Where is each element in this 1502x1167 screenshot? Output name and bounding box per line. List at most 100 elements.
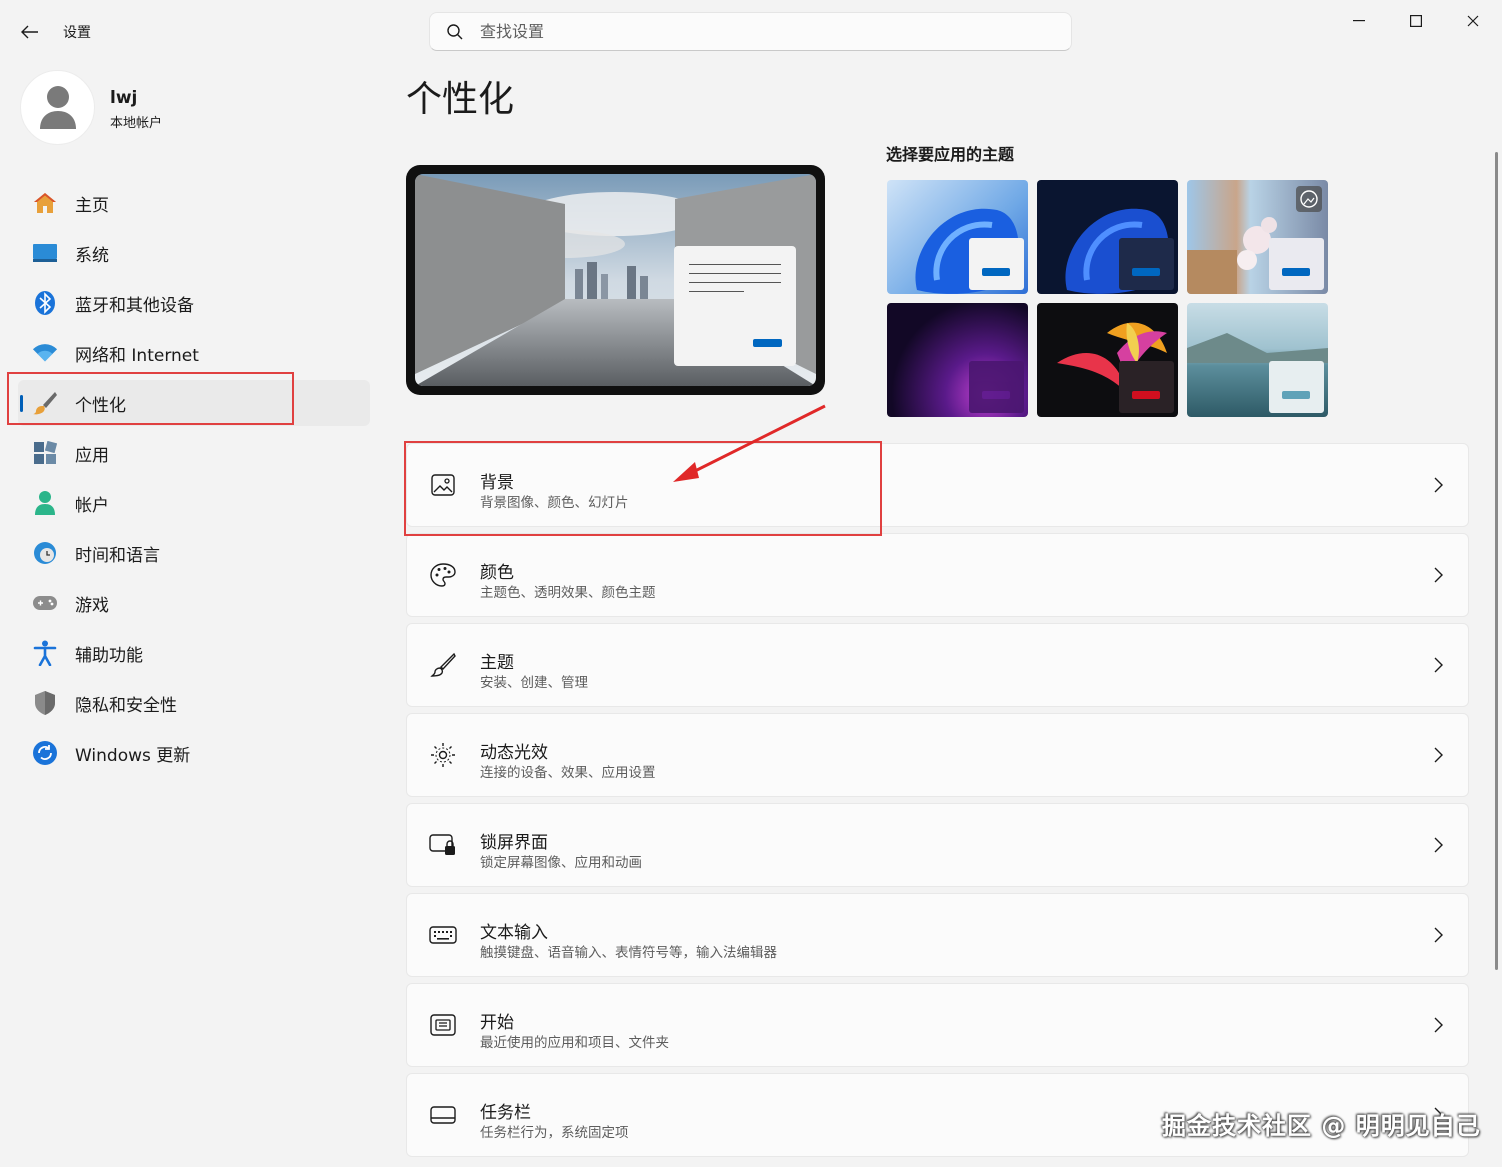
setting-subtitle: 主题色、透明效果、颜色主题 [480, 585, 656, 601]
theme-tile-light-bloom[interactable] [887, 180, 1028, 294]
avatar[interactable] [20, 70, 95, 145]
sidebar-item-network[interactable]: 网络和 Internet [18, 330, 370, 376]
sidebar-item-label: 时间和语言 [75, 545, 160, 566]
home-icon [32, 190, 58, 216]
sidebar-item-windows-update[interactable]: Windows 更新 [18, 730, 370, 776]
search-icon [447, 23, 463, 39]
setting-title: 背景 [480, 473, 514, 493]
account-type: 本地帐户 [110, 116, 163, 131]
sidebar-item-system[interactable]: 系统 [18, 230, 370, 276]
theme-tile-glow[interactable] [887, 303, 1028, 417]
minimize-button[interactable] [1339, 8, 1379, 34]
chevron-right-icon [1430, 1016, 1446, 1034]
setting-themes[interactable]: 主题 安装、创建、管理 [406, 623, 1469, 707]
annotation-box-nav [7, 372, 294, 425]
update-icon [32, 740, 58, 766]
sidebar-item-home[interactable]: 主页 [18, 180, 370, 226]
sidebar-item-label: 系统 [75, 245, 109, 266]
setting-title: 任务栏 [480, 1103, 531, 1123]
themes-heading: 选择要应用的主题 [886, 145, 1015, 164]
theme-tile-spotlight[interactable] [1187, 180, 1328, 294]
sidebar-item-accounts[interactable]: 帐户 [18, 480, 370, 526]
setting-lock-screen[interactable]: 锁屏界面 锁定屏幕图像、应用和动画 [406, 803, 1469, 887]
sidebar-nav: 主页 系统 蓝牙和其他设备 网络和 Internet 个性化 应用 帐户 时间和… [18, 180, 370, 780]
setting-title: 动态光效 [480, 743, 548, 763]
shield-icon [32, 690, 58, 716]
sidebar-item-label: Windows 更新 [75, 745, 191, 766]
scrollbar[interactable] [1495, 152, 1498, 970]
setting-subtitle: 触摸键盘、语音输入、表情符号等，输入法编辑器 [480, 945, 777, 961]
sidebar-item-gaming[interactable]: 游戏 [18, 580, 370, 626]
minimize-icon [1353, 20, 1365, 22]
start-icon [429, 1011, 457, 1039]
setting-subtitle: 任务栏行为，系统固定项 [480, 1125, 629, 1141]
wifi-icon [32, 340, 58, 366]
maximize-icon [1410, 15, 1422, 27]
sidebar-item-label: 蓝牙和其他设备 [75, 295, 194, 316]
theme-tile-flow[interactable] [1187, 303, 1328, 417]
chevron-right-icon [1430, 746, 1446, 764]
back-arrow-icon [21, 25, 38, 39]
setting-title: 主题 [480, 653, 514, 673]
sidebar-item-time-language[interactable]: 时间和语言 [18, 530, 370, 576]
search-input[interactable] [480, 22, 1040, 41]
chevron-right-icon [1430, 566, 1446, 584]
sidebar-item-label: 网络和 Internet [75, 345, 199, 366]
clock-globe-icon [32, 540, 58, 566]
setting-title: 颜色 [480, 563, 514, 583]
gamepad-icon [32, 590, 58, 616]
preview-wallpaper [415, 174, 816, 386]
brush-icon [429, 651, 457, 679]
watermark: 掘金技术社区 @ 明明见自己 [1162, 1112, 1481, 1140]
setting-subtitle: 背景图像、颜色、幻灯片 [480, 495, 629, 511]
user-icon [39, 85, 76, 129]
image-icon [429, 471, 457, 499]
apps-icon [32, 440, 58, 466]
chevron-right-icon [1430, 476, 1446, 494]
setting-dynamic-lighting[interactable]: 动态光效 连接的设备、效果、应用设置 [406, 713, 1469, 797]
chevron-right-icon [1430, 926, 1446, 944]
search-box[interactable] [429, 12, 1072, 51]
sidebar-item-label: 帐户 [75, 495, 109, 516]
theme-preview [406, 165, 825, 395]
theme-tile-captured-motion[interactable] [1037, 303, 1178, 417]
sidebar-item-label: 隐私和安全性 [75, 695, 177, 716]
user-name: lwj [110, 88, 138, 108]
setting-subtitle: 最近使用的应用和项目、文件夹 [480, 1035, 669, 1051]
lock-screen-icon [429, 831, 457, 859]
bluetooth-icon [32, 290, 58, 316]
preview-window [674, 246, 796, 366]
sidebar-item-label: 游戏 [75, 595, 109, 616]
theme-tile-dark-bloom[interactable] [1037, 180, 1178, 294]
spotlight-camera-icon [1296, 186, 1322, 212]
setting-subtitle: 安装、创建、管理 [480, 675, 588, 691]
close-button[interactable] [1453, 8, 1493, 34]
settings-window: 设置 lwj 本地帐户 主页 [0, 0, 1502, 1167]
setting-title: 文本输入 [480, 923, 548, 943]
setting-subtitle: 连接的设备、效果、应用设置 [480, 765, 656, 781]
setting-title: 开始 [480, 1013, 514, 1033]
back-button[interactable] [14, 16, 46, 48]
sidebar-item-label: 主页 [75, 195, 109, 216]
account-icon [32, 490, 58, 516]
taskbar-icon [429, 1101, 457, 1129]
keyboard-icon [429, 921, 457, 949]
setting-start[interactable]: 开始 最近使用的应用和项目、文件夹 [406, 983, 1469, 1067]
page-title: 个性化 [406, 79, 515, 120]
palette-icon [429, 561, 457, 589]
sidebar-item-accessibility[interactable]: 辅助功能 [18, 630, 370, 676]
sidebar-item-label: 应用 [75, 445, 109, 466]
setting-colors[interactable]: 颜色 主题色、透明效果、颜色主题 [406, 533, 1469, 617]
title-bar: 设置 [0, 0, 1502, 60]
sidebar-item-bluetooth[interactable]: 蓝牙和其他设备 [18, 280, 370, 326]
setting-text-input[interactable]: 文本输入 触摸键盘、语音输入、表情符号等，输入法编辑器 [406, 893, 1469, 977]
setting-subtitle: 锁定屏幕图像、应用和动画 [480, 855, 642, 871]
sidebar-item-apps[interactable]: 应用 [18, 430, 370, 476]
app-title: 设置 [63, 25, 91, 41]
setting-background[interactable]: 背景 背景图像、颜色、幻灯片 [406, 443, 1469, 527]
chevron-right-icon [1430, 836, 1446, 854]
sidebar-item-privacy[interactable]: 隐私和安全性 [18, 680, 370, 726]
lighting-icon [429, 741, 457, 769]
sidebar-item-label: 辅助功能 [75, 645, 143, 666]
maximize-button[interactable] [1396, 8, 1436, 34]
